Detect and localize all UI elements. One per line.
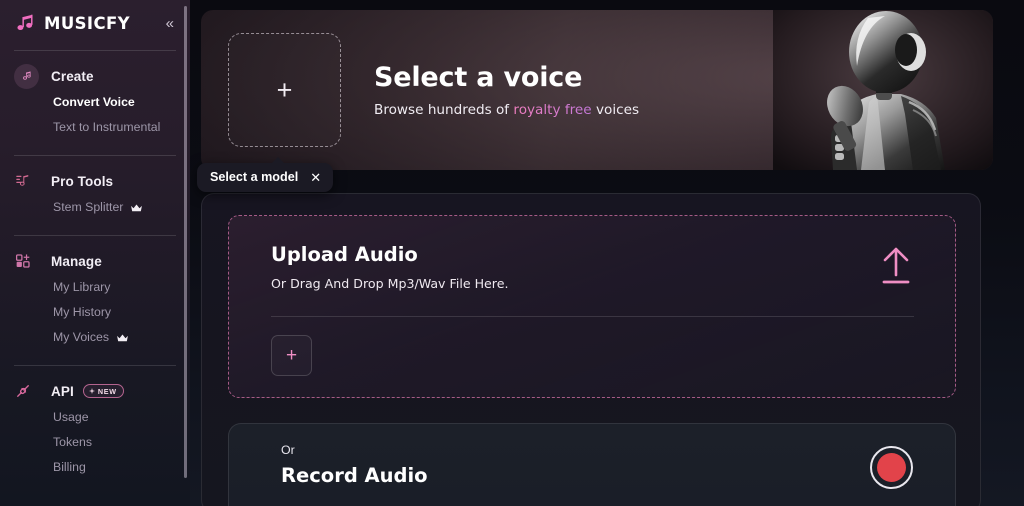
- music-note-icon: [14, 12, 36, 34]
- sidebar-sub-label: Stem Splitter: [53, 199, 124, 214]
- sidebar-sub-label: Convert Voice: [53, 94, 135, 109]
- sidebar-group-label: Create: [51, 68, 94, 84]
- sidebar-sub-label: Usage: [53, 409, 89, 424]
- hero-banner: + Select a voice Browse hundreds of roya…: [201, 10, 993, 170]
- sidebar-item-usage[interactable]: Usage: [0, 404, 190, 429]
- tooltip-label: Select a model: [210, 170, 299, 184]
- sidebar-sub-label: Text to Instrumental: [53, 119, 161, 134]
- music-note-circle-icon: [14, 63, 40, 89]
- select-model-tooltip: Select a model ✕: [197, 157, 334, 192]
- plus-icon: +: [285, 345, 298, 366]
- sidebar-item-convert-voice[interactable]: Convert Voice: [0, 89, 190, 114]
- page-title: Select a voice: [374, 62, 583, 93]
- sidebar-item-manage[interactable]: Manage: [0, 248, 190, 274]
- sidebar-group-label: API: [51, 383, 74, 399]
- hero-subtitle-before: Browse hundreds of: [374, 102, 514, 118]
- hero-subtitle-highlight: royalty free: [513, 102, 592, 118]
- app-root: MUSICFY « Create Convert Voice Text to I…: [0, 0, 1024, 506]
- hero-subtitle-after: voices: [591, 102, 640, 118]
- sidebar-item-create[interactable]: Create: [0, 63, 190, 89]
- sidebar-scrollbar[interactable]: [184, 6, 187, 478]
- main-content: + Select a voice Browse hundreds of roya…: [190, 0, 1024, 506]
- sidebar-group-pro-tools: Pro Tools Stem Splitter: [0, 156, 190, 231]
- add-file-button[interactable]: +: [271, 335, 312, 376]
- crown-icon: [130, 202, 143, 212]
- sidebar-item-pro-tools[interactable]: Pro Tools: [0, 168, 190, 194]
- select-voice-dropzone[interactable]: +: [228, 33, 341, 147]
- upload-divider: [271, 316, 914, 317]
- sidebar-item-api[interactable]: API NEW: [0, 378, 190, 404]
- upload-audio-dropzone[interactable]: Upload Audio Or Drag And Drop Mp3/Wav Fi…: [228, 215, 956, 398]
- badge-label: NEW: [97, 386, 117, 396]
- sidebar-item-my-voices[interactable]: My Voices: [0, 324, 190, 349]
- api-plug-icon: [14, 382, 40, 400]
- status-badge-new: NEW: [82, 384, 124, 398]
- record-or-label: Or: [281, 443, 295, 457]
- manage-grid-icon: [14, 252, 40, 270]
- sidebar-sub-label: My Voices: [53, 329, 110, 344]
- pro-tools-icon: [14, 172, 40, 190]
- sidebar-item-stem-splitter[interactable]: Stem Splitter: [0, 194, 190, 219]
- sidebar-sub-label: My History: [53, 304, 112, 319]
- sidebar-sub-label: Tokens: [53, 434, 92, 449]
- sidebar-header: MUSICFY «: [0, 0, 190, 46]
- sidebar-group-label: Manage: [51, 253, 102, 269]
- sidebar-item-tokens[interactable]: Tokens: [0, 429, 190, 454]
- hero-text-block: Select a voice Browse hundreds of royalt…: [374, 62, 639, 118]
- upload-arrow-icon[interactable]: [879, 245, 913, 287]
- sidebar-item-my-library[interactable]: My Library: [0, 274, 190, 299]
- record-circle-icon[interactable]: [870, 446, 913, 489]
- close-icon[interactable]: ✕: [309, 171, 322, 184]
- crown-icon: [116, 332, 129, 342]
- record-audio-card: Or Record Audio: [228, 423, 956, 506]
- sidebar-group-label: Pro Tools: [51, 173, 114, 189]
- sidebar-group-api: API NEW Usage Tokens Billing: [0, 366, 190, 491]
- brand-name: MUSICFY: [44, 13, 130, 33]
- sparkle-icon: [88, 388, 95, 394]
- sidebar-sub-label: Billing: [53, 459, 86, 474]
- sidebar: MUSICFY « Create Convert Voice Text to I…: [0, 0, 190, 506]
- sidebar-collapse-button[interactable]: «: [162, 14, 178, 33]
- sidebar-group-create: Create Convert Voice Text to Instrumenta…: [0, 51, 190, 151]
- sidebar-item-my-history[interactable]: My History: [0, 299, 190, 324]
- sidebar-item-billing[interactable]: Billing: [0, 454, 190, 479]
- upload-title: Upload Audio: [271, 243, 418, 266]
- sidebar-group-manage: Manage My Library My History My Voices: [0, 236, 190, 361]
- hero-subtitle: Browse hundreds of royalty free voices: [374, 102, 639, 118]
- plus-icon: +: [276, 74, 293, 105]
- sidebar-sub-label: My Library: [53, 279, 111, 294]
- upload-subtitle: Or Drag And Drop Mp3/Wav File Here.: [271, 276, 509, 291]
- audio-input-panel: Upload Audio Or Drag And Drop Mp3/Wav Fi…: [201, 193, 981, 506]
- sidebar-item-text-to-instrumental[interactable]: Text to Instrumental: [0, 114, 190, 139]
- record-title: Record Audio: [281, 464, 428, 487]
